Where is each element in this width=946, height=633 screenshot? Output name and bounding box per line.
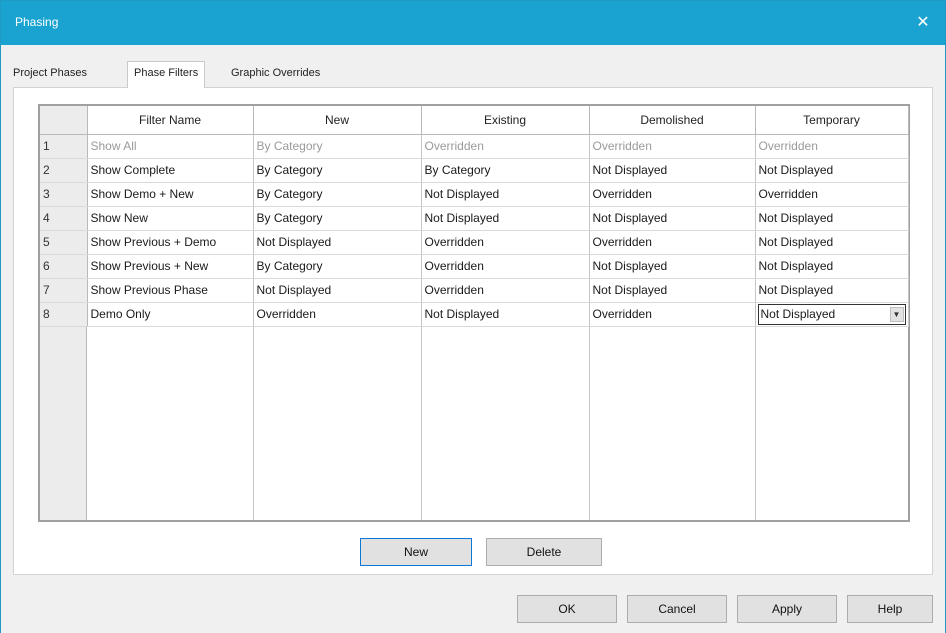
temporary-cell[interactable]: Overridden <box>755 182 909 207</box>
row-number[interactable]: 3 <box>40 182 88 207</box>
temporary-cell[interactable]: Not Displayed <box>755 206 909 231</box>
column-divider <box>253 327 254 520</box>
table-row[interactable]: 5 Show Previous + Demo Not Displayed Ove… <box>40 230 909 255</box>
existing-cell[interactable]: Overridden <box>421 230 590 255</box>
temporary-cell[interactable]: Not Displayed <box>755 278 909 303</box>
filter-name-cell[interactable]: Show Complete <box>87 158 254 183</box>
filter-name-cell[interactable]: Show New <box>87 206 254 231</box>
existing-cell[interactable]: Overridden <box>421 134 590 159</box>
cancel-button[interactable]: Cancel <box>627 595 727 623</box>
table-row[interactable]: 8 Demo Only Overridden Not Displayed Ove… <box>40 302 909 327</box>
column-divider <box>421 327 422 520</box>
title-bar: Phasing ✕ <box>1 1 945 45</box>
row-number[interactable]: 7 <box>40 278 88 303</box>
delete-button[interactable]: Delete <box>486 538 602 566</box>
row-number-header <box>40 106 88 135</box>
filter-name-cell[interactable]: Show Previous + Demo <box>87 230 254 255</box>
column-header-temporary[interactable]: Temporary <box>755 106 909 135</box>
phase-filters-grid: Filter Name New Existing Demolished Temp… <box>38 104 910 522</box>
demolished-cell[interactable]: Not Displayed <box>589 206 756 231</box>
demolished-cell[interactable]: Not Displayed <box>589 278 756 303</box>
new-cell[interactable]: By Category <box>253 158 422 183</box>
grid-header-row: Filter Name New Existing Demolished Temp… <box>40 106 909 135</box>
table-row[interactable]: 4 Show New By Category Not Displayed Not… <box>40 206 909 231</box>
new-cell[interactable]: By Category <box>253 182 422 207</box>
column-header-filter-name[interactable]: Filter Name <box>87 106 254 135</box>
column-header-demolished[interactable]: Demolished <box>589 106 756 135</box>
new-cell[interactable]: Not Displayed <box>253 230 422 255</box>
dialog-footer: OK Cancel Apply Help <box>1 583 945 633</box>
existing-cell[interactable]: Not Displayed <box>421 302 590 327</box>
new-cell[interactable]: Overridden <box>253 302 422 327</box>
existing-cell[interactable]: Not Displayed <box>421 206 590 231</box>
table-row[interactable]: 3 Show Demo + New By Category Not Displa… <box>40 182 909 207</box>
close-icon[interactable]: ✕ <box>905 5 941 41</box>
demolished-cell[interactable]: Overridden <box>589 182 756 207</box>
row-number-column-empty <box>40 327 87 520</box>
temporary-select-value: Not Displayed <box>760 306 836 321</box>
new-button[interactable]: New <box>360 538 472 566</box>
table-row[interactable]: 1 Show All By Category Overridden Overri… <box>40 134 909 159</box>
demolished-cell[interactable]: Overridden <box>589 230 756 255</box>
phasing-dialog: Phasing ✕ Project Phases Phase Filters G… <box>0 0 946 633</box>
phase-filters-panel: Filter Name New Existing Demolished Temp… <box>13 87 933 575</box>
row-number[interactable]: 6 <box>40 254 88 279</box>
dialog-title: Phasing <box>15 15 59 29</box>
column-header-new[interactable]: New <box>253 106 422 135</box>
demolished-cell[interactable]: Overridden <box>589 302 756 327</box>
filter-name-cell[interactable]: Show All <box>87 134 254 159</box>
tab-strip: Project Phases Phase Filters Graphic Ove… <box>13 59 933 88</box>
ok-button[interactable]: OK <box>517 595 617 623</box>
temporary-cell[interactable]: Not Displayed <box>755 230 909 255</box>
temporary-select[interactable]: Not Displayed ▼ <box>757 303 906 325</box>
column-divider <box>755 327 756 520</box>
tab-project-phases[interactable]: Project Phases <box>13 67 87 79</box>
chevron-down-icon[interactable]: ▼ <box>889 306 904 322</box>
new-cell[interactable]: By Category <box>253 134 422 159</box>
row-number[interactable]: 4 <box>40 206 88 231</box>
row-number[interactable]: 5 <box>40 230 88 255</box>
filter-name-cell[interactable]: Show Previous Phase <box>87 278 254 303</box>
temporary-cell[interactable]: Not Displayed <box>755 254 909 279</box>
existing-cell[interactable]: Overridden <box>421 278 590 303</box>
new-cell[interactable]: By Category <box>253 206 422 231</box>
demolished-cell[interactable]: Not Displayed <box>589 158 756 183</box>
demolished-cell[interactable]: Not Displayed <box>589 254 756 279</box>
temporary-cell[interactable]: Not Displayed <box>755 158 909 183</box>
row-number[interactable]: 1 <box>40 134 88 159</box>
apply-button[interactable]: Apply <box>737 595 837 623</box>
existing-cell[interactable]: By Category <box>421 158 590 183</box>
help-button[interactable]: Help <box>847 595 933 623</box>
table-row[interactable]: 6 Show Previous + New By Category Overri… <box>40 254 909 279</box>
tab-graphic-overrides[interactable]: Graphic Overrides <box>231 67 320 79</box>
table-row[interactable]: 2 Show Complete By Category By Category … <box>40 158 909 183</box>
temporary-cell[interactable]: Overridden <box>755 134 909 159</box>
column-header-existing[interactable]: Existing <box>421 106 590 135</box>
new-cell[interactable]: Not Displayed <box>253 278 422 303</box>
demolished-cell[interactable]: Overridden <box>589 134 756 159</box>
temporary-cell[interactable]: Not Displayed ▼ <box>755 302 909 327</box>
row-number[interactable]: 8 <box>40 302 88 327</box>
new-cell[interactable]: By Category <box>253 254 422 279</box>
table-row[interactable]: 7 Show Previous Phase Not Displayed Over… <box>40 278 909 303</box>
filter-name-cell[interactable]: Show Previous + New <box>87 254 254 279</box>
existing-cell[interactable]: Not Displayed <box>421 182 590 207</box>
column-divider <box>589 327 590 520</box>
filter-name-cell[interactable]: Show Demo + New <box>87 182 254 207</box>
tab-phase-filters[interactable]: Phase Filters <box>127 61 206 88</box>
existing-cell[interactable]: Overridden <box>421 254 590 279</box>
filter-name-cell[interactable]: Demo Only <box>87 302 254 327</box>
row-number[interactable]: 2 <box>40 158 88 183</box>
